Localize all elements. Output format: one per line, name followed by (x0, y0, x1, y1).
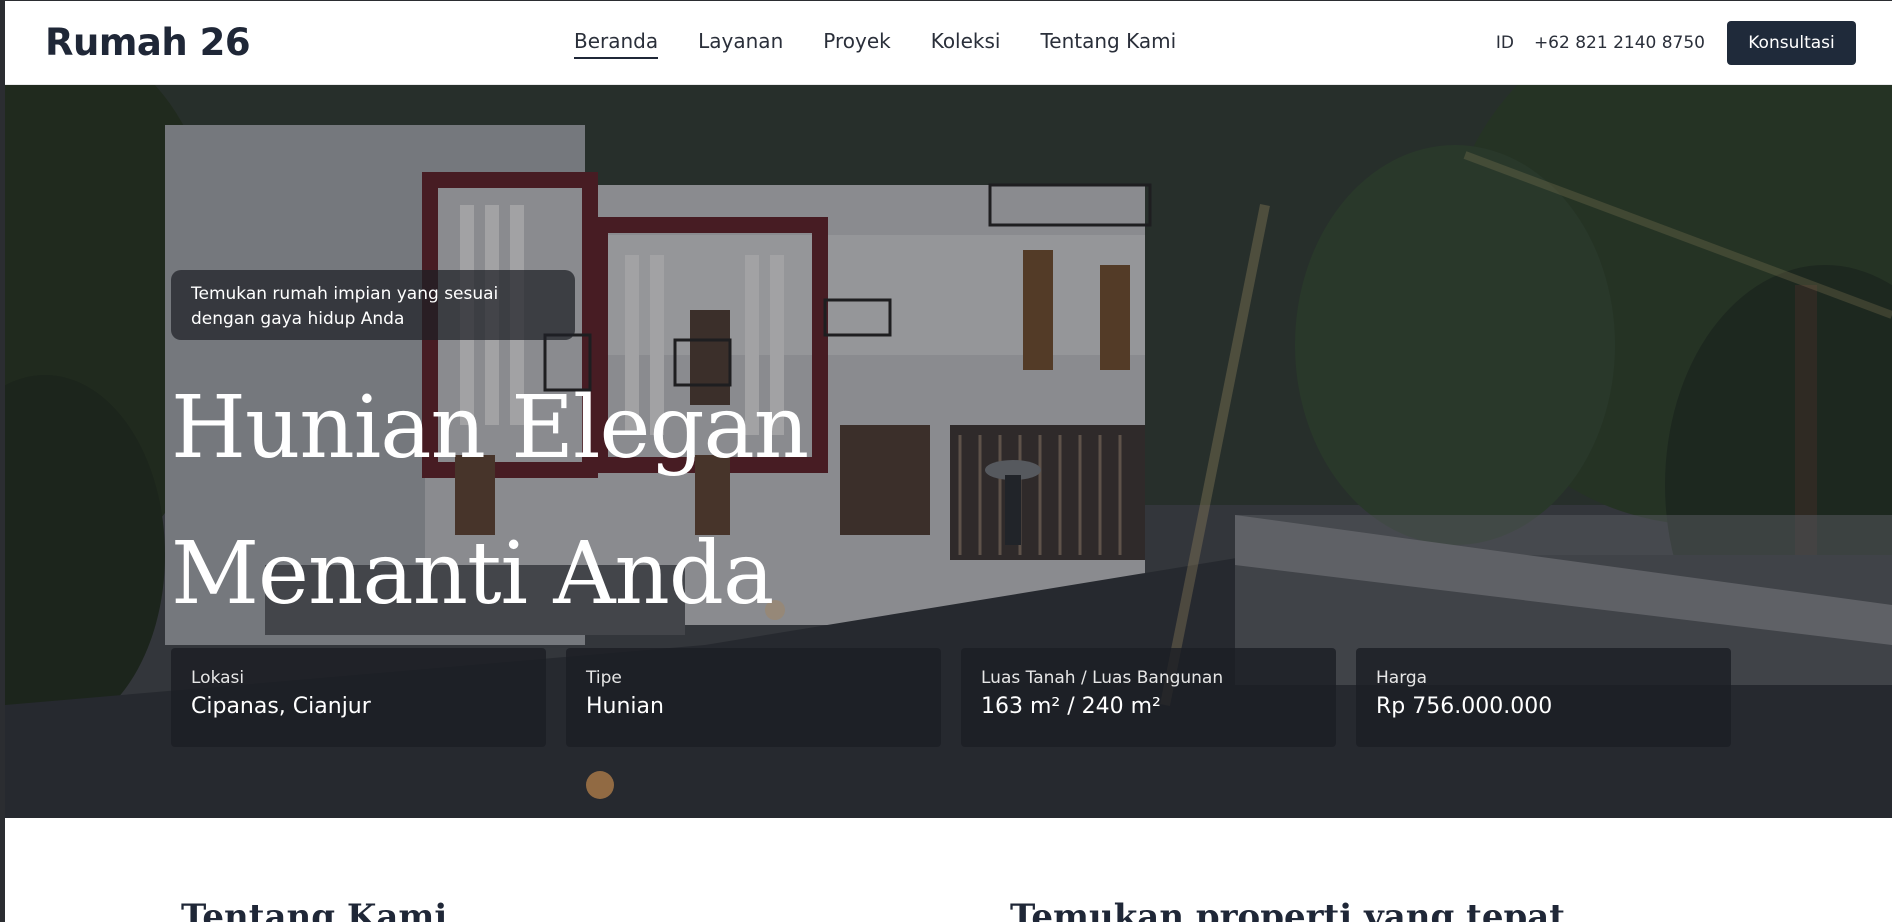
info-card-label: Tipe (586, 668, 622, 688)
info-card-label: Luas Tanah / Luas Bangunan (981, 668, 1224, 688)
hero-section: Temukan rumah impian yang sesuai dengan … (5, 85, 1892, 818)
nav-tentang-kami[interactable]: Tentang Kami (1040, 29, 1176, 59)
info-card-area: Luas Tanah / Luas Bangunan 163 m² / 240 … (961, 648, 1336, 747)
hero-headline: Hunian Elegan Menanti Anda (171, 355, 809, 647)
info-card-value: 163 m² / 240 m² (981, 694, 1161, 719)
site-header: Rumah 26 Beranda Layanan Proyek Koleksi … (5, 1, 1892, 85)
nav-koleksi[interactable]: Koleksi (931, 29, 1001, 59)
header-right: ID +62 821 2140 8750 Konsultasi (1496, 21, 1856, 65)
nav-layanan[interactable]: Layanan (698, 29, 783, 59)
info-card-value: Cipanas, Cianjur (191, 694, 371, 719)
find-property-section-title: Temukan properti yang tepat (1010, 897, 1565, 922)
main-nav: Beranda Layanan Proyek Koleksi Tentang K… (574, 29, 1176, 59)
info-card-location: Lokasi Cipanas, Cianjur (171, 648, 546, 747)
page: Rumah 26 Beranda Layanan Proyek Koleksi … (5, 1, 1892, 922)
nav-proyek[interactable]: Proyek (823, 29, 890, 59)
info-card-type: Tipe Hunian (566, 648, 941, 747)
brand-logo[interactable]: Rumah 26 (45, 21, 251, 64)
nav-beranda[interactable]: Beranda (574, 29, 659, 59)
about-section-title: Tentang Kami (181, 897, 448, 922)
phone-number[interactable]: +62 821 2140 8750 (1534, 33, 1705, 53)
info-card-label: Lokasi (191, 668, 245, 688)
info-card-value: Hunian (586, 694, 664, 719)
info-card-price: Harga Rp 756.000.000 (1356, 648, 1731, 747)
hero-headline-line1: Hunian Elegan (171, 378, 809, 478)
property-info-cards: Lokasi Cipanas, Cianjur Tipe Hunian Luas… (171, 648, 1731, 747)
consultation-button[interactable]: Konsultasi (1727, 21, 1856, 65)
info-card-value: Rp 756.000.000 (1376, 694, 1553, 719)
language-switcher[interactable]: ID (1496, 33, 1514, 53)
hero-headline-line2: Menanti Anda (171, 524, 774, 624)
hero-tagline: Temukan rumah impian yang sesuai dengan … (171, 270, 575, 340)
info-card-label: Harga (1376, 668, 1428, 688)
